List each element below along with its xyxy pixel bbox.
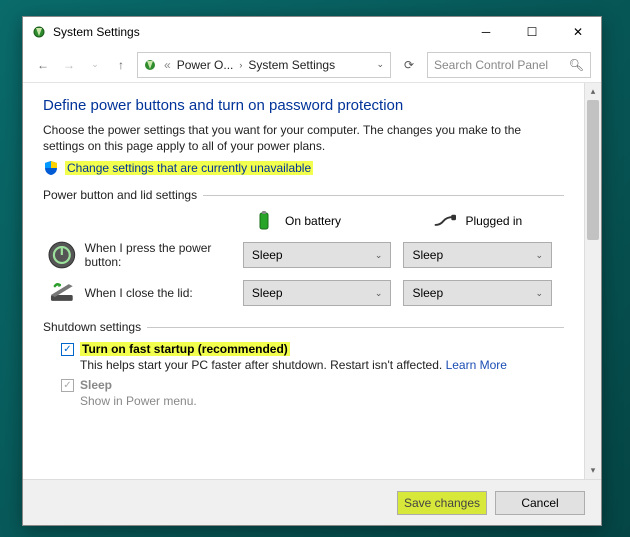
chevron-down-icon[interactable]: ⌄	[374, 59, 386, 70]
sleep-description: Show in Power menu.	[80, 394, 564, 408]
row-label: When I close the lid:	[85, 286, 243, 300]
group-title: Power button and lid settings	[43, 188, 564, 202]
chevron-down-icon: ⌄	[535, 288, 543, 299]
scroll-track[interactable]	[585, 100, 601, 462]
cancel-button[interactable]: Cancel	[495, 491, 585, 515]
power-button-group: Power button and lid settings On battery	[43, 188, 564, 308]
lid-icon	[47, 278, 77, 308]
lid-plugged-select[interactable]: Sleep⌄	[403, 280, 552, 306]
power-button-icon	[47, 240, 77, 270]
page-title: Define power buttons and turn on passwor…	[43, 97, 564, 114]
app-icon	[31, 24, 47, 40]
scroll-down-button[interactable]: ▾	[585, 462, 601, 479]
breadcrumb-item[interactable]: Power O...	[177, 58, 234, 72]
chevron-right-icon: ›	[237, 60, 244, 70]
column-battery: On battery	[285, 214, 341, 228]
lid-battery-select[interactable]: Sleep⌄	[243, 280, 392, 306]
close-button[interactable]: ✕	[555, 17, 601, 47]
power-button-battery-select[interactable]: Sleep⌄	[243, 242, 392, 268]
chevron-down-icon: ⌄	[535, 250, 543, 261]
battery-icon	[253, 210, 275, 232]
recent-dropdown[interactable]: ⌄	[85, 59, 105, 70]
window: System Settings ─ ☐ ✕ ← → ⌄ ↑ « Power O.…	[22, 16, 602, 526]
chevron-down-icon: ⌄	[375, 288, 383, 299]
search-icon: 🔍︎	[569, 58, 584, 72]
column-plugged: Plugged in	[466, 214, 523, 228]
power-button-plugged-select[interactable]: Sleep⌄	[403, 242, 552, 268]
save-button[interactable]: Save changes	[397, 491, 487, 515]
group-title: Shutdown settings	[43, 320, 564, 334]
breadcrumb-item[interactable]: System Settings	[248, 58, 335, 72]
sleep-checkbox: ✓	[61, 379, 74, 392]
scrollbar[interactable]: ▴ ▾	[584, 83, 601, 479]
address-bar[interactable]: « Power O... › System Settings ⌄	[137, 52, 391, 78]
back-button[interactable]: ←	[33, 58, 53, 72]
footer: Save changes Cancel	[23, 479, 601, 525]
shutdown-group: Shutdown settings ✓ Turn on fast startup…	[43, 320, 564, 408]
fast-startup-label: Turn on fast startup (recommended)	[80, 342, 290, 356]
shield-icon	[43, 160, 59, 176]
search-input[interactable]: Search Control Panel 🔍︎	[427, 52, 591, 78]
row-label: When I press the power button:	[85, 241, 243, 269]
refresh-button[interactable]: ⟳	[397, 58, 421, 72]
chevron-down-icon: ⌄	[375, 250, 383, 261]
folder-icon	[142, 57, 158, 73]
maximize-button[interactable]: ☐	[509, 17, 555, 47]
minimize-button[interactable]: ─	[463, 17, 509, 47]
learn-more-link[interactable]: Learn More	[446, 358, 507, 372]
plug-icon	[434, 210, 456, 232]
content-area: Define power buttons and turn on passwor…	[23, 83, 584, 479]
change-settings-label: Change settings that are currently unava…	[65, 161, 313, 175]
scroll-thumb[interactable]	[587, 100, 599, 240]
forward-button: →	[59, 58, 79, 72]
intro-text: Choose the power settings that you want …	[43, 122, 564, 154]
nav-bar: ← → ⌄ ↑ « Power O... › System Settings ⌄…	[23, 47, 601, 83]
window-title: System Settings	[53, 25, 463, 39]
fast-startup-checkbox[interactable]: ✓	[61, 343, 74, 356]
search-placeholder: Search Control Panel	[434, 58, 548, 72]
titlebar: System Settings ─ ☐ ✕	[23, 17, 601, 47]
up-button[interactable]: ↑	[111, 58, 131, 72]
sleep-label: Sleep	[80, 378, 112, 392]
fast-startup-description: This helps start your PC faster after sh…	[80, 358, 564, 372]
change-settings-link[interactable]: Change settings that are currently unava…	[43, 160, 564, 176]
scroll-up-button[interactable]: ▴	[585, 83, 601, 100]
